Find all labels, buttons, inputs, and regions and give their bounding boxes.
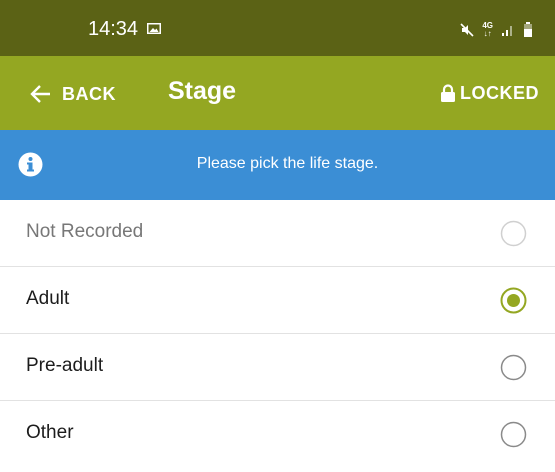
stage-options: Not Recorded Adult Pre-adult Other xyxy=(0,200,555,467)
radio-unchecked-icon[interactable] xyxy=(500,220,527,247)
radio-unchecked-icon[interactable] xyxy=(500,421,527,448)
back-label: BACK xyxy=(62,83,116,104)
mute-icon xyxy=(460,23,474,37)
info-banner: Please pick the life stage. xyxy=(0,130,555,200)
option-adult[interactable]: Adult xyxy=(0,267,555,334)
option-not-recorded[interactable]: Not Recorded xyxy=(0,200,555,267)
option-other[interactable]: Other xyxy=(0,401,555,467)
option-label: Not Recorded xyxy=(26,221,144,242)
network-4g-icon: 4G ↓↑ xyxy=(482,21,493,38)
back-button[interactable]: BACK xyxy=(30,80,116,108)
battery-icon xyxy=(524,22,532,37)
option-label: Other xyxy=(26,422,74,443)
gallery-icon xyxy=(147,23,161,34)
option-label: Pre-adult xyxy=(26,355,104,376)
status-icons: 4G ↓↑ xyxy=(460,22,533,38)
page-title: Stage xyxy=(168,77,237,105)
option-pre-adult[interactable]: Pre-adult xyxy=(0,334,555,401)
locked-label: LOCKED xyxy=(460,82,539,103)
locked-toggle[interactable]: LOCKED xyxy=(440,81,539,105)
info-text: Please pick the life stage. xyxy=(196,155,379,172)
radio-checked-icon[interactable] xyxy=(500,287,527,314)
arrow-left-icon xyxy=(30,85,50,103)
app-bar: BACK Stage LOCKED xyxy=(0,56,555,130)
option-label: Adult xyxy=(26,288,70,309)
radio-unchecked-icon[interactable] xyxy=(500,354,527,381)
status-bar: 14:34 4G ↓↑ xyxy=(0,0,555,56)
lock-icon xyxy=(441,83,455,102)
status-time: 14:34 xyxy=(88,18,139,40)
signal-icon xyxy=(502,26,512,36)
